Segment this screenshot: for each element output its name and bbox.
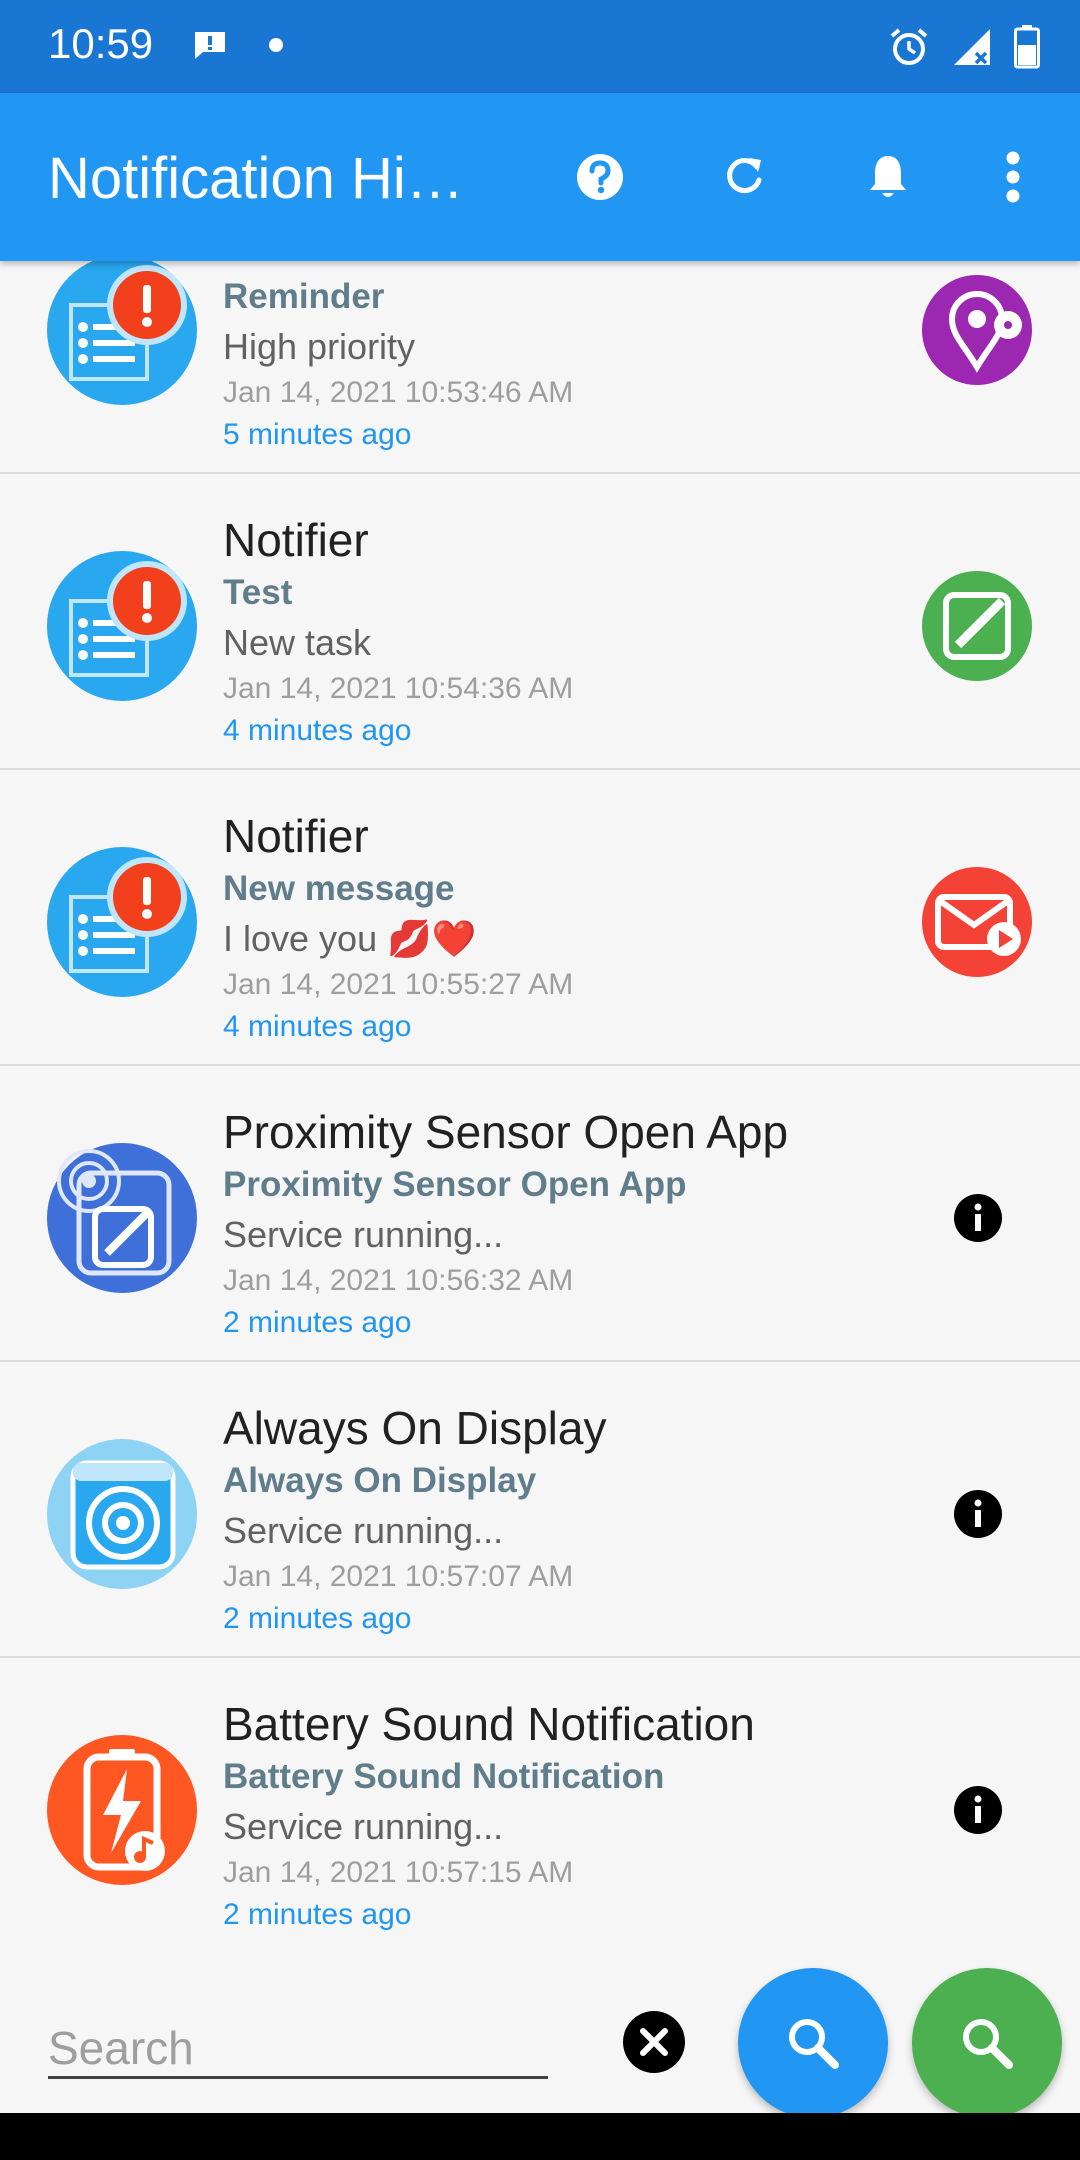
item-title: Battery Sound Notification: [223, 1757, 665, 1796]
info-icon[interactable]: [954, 1786, 1002, 1834]
bell-icon: [870, 156, 906, 197]
item-app-name: Notifier: [223, 514, 369, 566]
item-date: Jan 14, 2021 10:55:27 AM: [223, 968, 574, 1001]
item-ago: 4 minutes ago: [223, 1010, 412, 1043]
item-ago: 4 minutes ago: [223, 714, 412, 747]
item-body: I love you 💋❤️: [223, 918, 477, 959]
app-bar: Notification History Log: [0, 93, 1080, 261]
page-title: Notification History Log: [48, 146, 488, 211]
notifier-app-icon: [47, 551, 197, 701]
alarm-icon: [890, 28, 928, 65]
info-icon[interactable]: [954, 1490, 1002, 1538]
battery-sound-app-icon: [47, 1735, 197, 1885]
item-body: Service running...: [223, 1214, 504, 1255]
item-date: Jan 14, 2021 10:54:36 AM: [223, 672, 574, 705]
item-body: New task: [223, 622, 372, 663]
signal-icon: [954, 29, 990, 65]
item-app-name: Proximity Sensor Open App: [223, 1106, 789, 1158]
location-pin-icon: [922, 275, 1032, 385]
info-icon[interactable]: [954, 1194, 1002, 1242]
help-icon: [577, 154, 623, 200]
edit-square-icon: [922, 571, 1032, 681]
message-notification-icon: [195, 32, 225, 59]
search-icon: [963, 2019, 1013, 2069]
item-title: New message: [223, 869, 455, 908]
item-ago: 2 minutes ago: [223, 1602, 412, 1635]
item-app-name: Battery Sound Notification: [223, 1698, 755, 1750]
item-body: High priority: [223, 326, 416, 367]
item-title: Always On Display: [223, 1461, 537, 1500]
help-button[interactable]: [568, 145, 632, 209]
status-time: 10:59: [48, 20, 154, 67]
battery-icon: [1014, 25, 1040, 69]
item-date: Jan 14, 2021 10:57:07 AM: [223, 1560, 574, 1593]
proximity-sensor-app-icon: [47, 1143, 197, 1293]
mail-play-icon: [922, 867, 1032, 977]
refresh-button[interactable]: [712, 145, 776, 209]
item-body: Service running...: [223, 1510, 504, 1551]
search-bar: [0, 1950, 1080, 2118]
notifier-app-icon: [47, 261, 197, 405]
status-dot-icon: [269, 38, 283, 52]
notification-item[interactable]: Notifier Test New task Jan 14, 2021 10:5…: [0, 474, 1080, 770]
item-date: Jan 14, 2021 10:56:32 AM: [223, 1264, 574, 1297]
system-nav-bar: [0, 2113, 1080, 2160]
item-app-name: Always On Display: [223, 1402, 607, 1454]
item-app-name: Notifier: [223, 810, 369, 862]
item-ago: 2 minutes ago: [223, 1898, 412, 1931]
search-input[interactable]: [48, 2020, 548, 2079]
refresh-icon: [727, 158, 762, 194]
notification-item[interactable]: Battery Sound Notification Battery Sound…: [0, 1658, 1080, 1950]
item-ago: 2 minutes ago: [223, 1306, 412, 1339]
item-ago: 5 minutes ago: [223, 418, 412, 451]
advanced-search-button[interactable]: [912, 1968, 1062, 2118]
overflow-menu-button[interactable]: [981, 145, 1045, 209]
notification-item[interactable]: Proximity Sensor Open App Proximity Sens…: [0, 1066, 1080, 1362]
item-title: Test: [223, 573, 293, 612]
notification-item[interactable]: Notifier New message I love you 💋❤️ Jan …: [0, 770, 1080, 1066]
item-app-name: [223, 261, 943, 272]
status-bar: 10:59: [0, 0, 1080, 93]
always-on-display-app-icon: [47, 1439, 197, 1589]
item-title: Proximity Sensor Open App: [223, 1165, 687, 1204]
notifications-button[interactable]: [856, 145, 920, 209]
notifier-app-icon: [47, 847, 197, 997]
notification-item[interactable]: Reminder High priority Jan 14, 2021 10:5…: [0, 261, 1080, 474]
search-icon: [789, 2019, 839, 2069]
search-button[interactable]: [738, 1968, 888, 2118]
status-icons: [888, 22, 1040, 72]
item-title: Reminder: [223, 277, 385, 316]
item-date: Jan 14, 2021 10:57:15 AM: [223, 1856, 574, 1889]
notification-list[interactable]: Reminder High priority Jan 14, 2021 10:5…: [0, 261, 1080, 1950]
more-vert-icon: [1006, 151, 1020, 203]
notification-item[interactable]: Always On Display Always On Display Serv…: [0, 1362, 1080, 1658]
clear-search-button[interactable]: [623, 2011, 685, 2073]
item-date: Jan 14, 2021 10:53:46 AM: [223, 376, 574, 409]
item-body: Service running...: [223, 1806, 504, 1847]
